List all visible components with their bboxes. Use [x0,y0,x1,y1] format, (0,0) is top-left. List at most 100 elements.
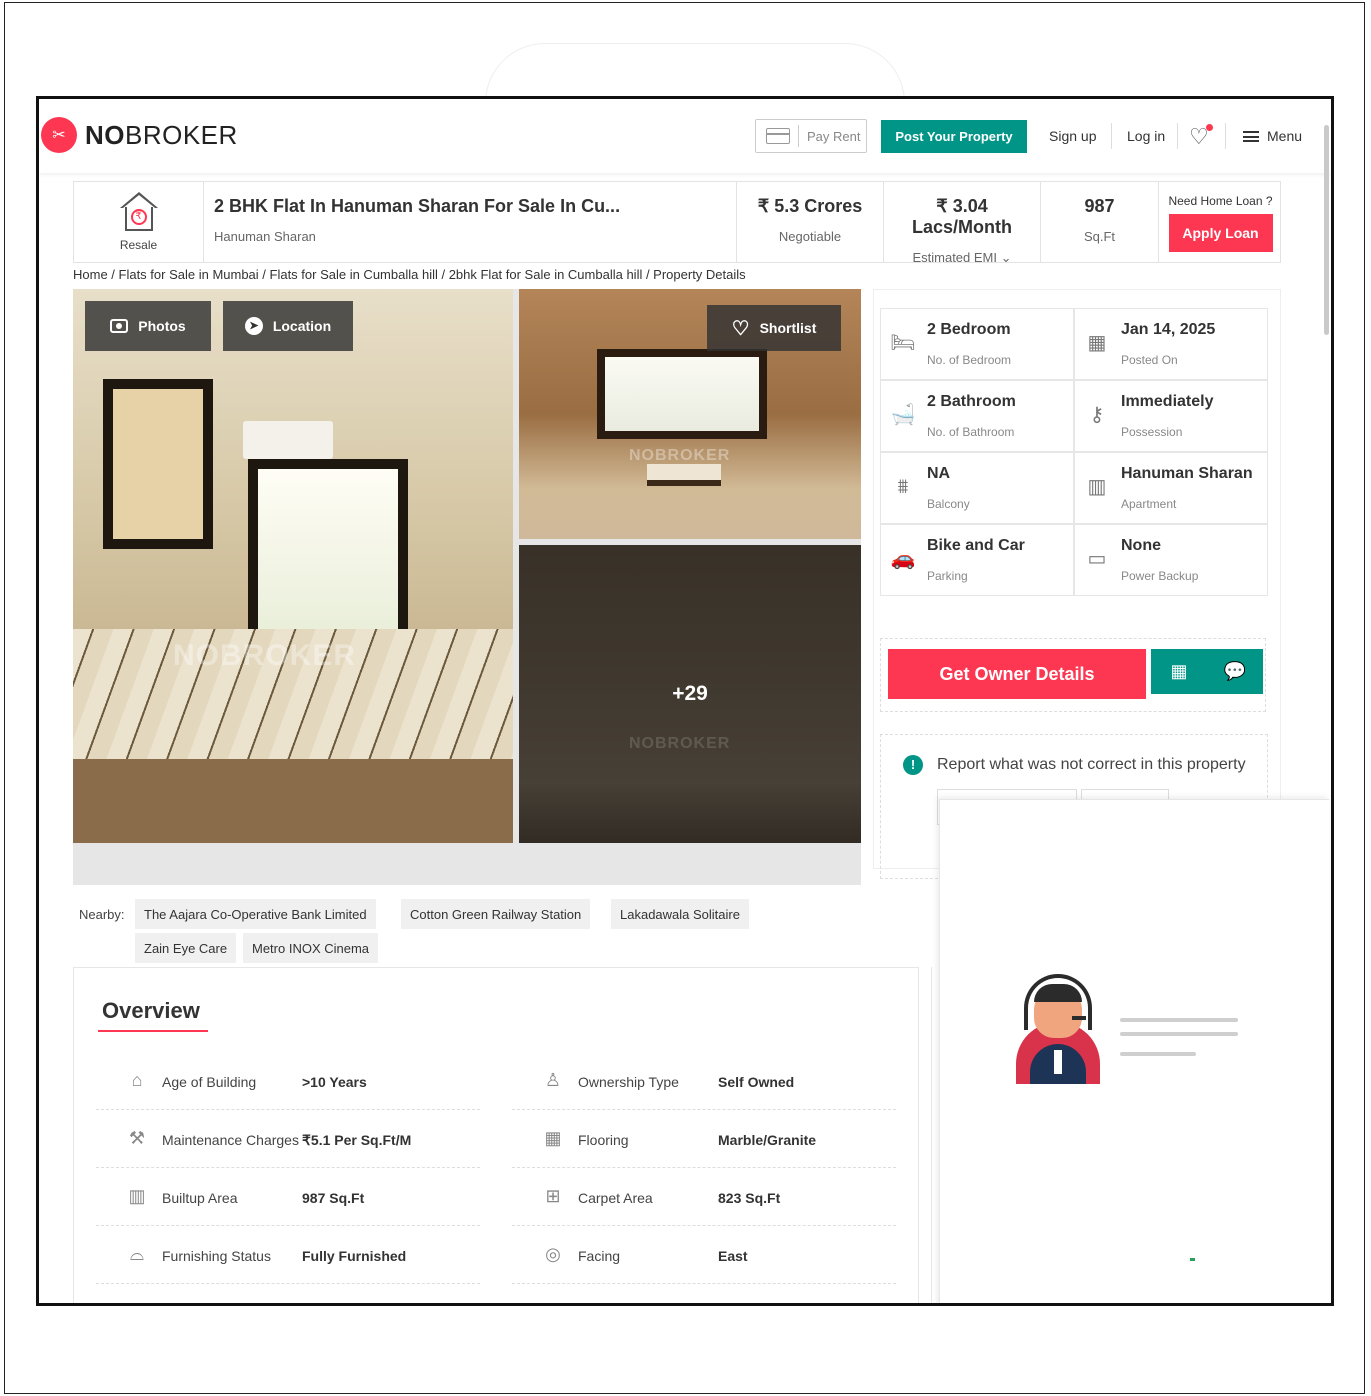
shortlist-heart-icon[interactable]: ♡ [1189,124,1213,150]
tiles-icon: ▦ [544,1128,562,1148]
home-loan-cell: Need Home Loan ? Apply Loan [1159,182,1282,262]
breadcrumb[interactable]: Home / Flats for Sale in Mumbai / Flats … [73,267,746,282]
nearby-label: Nearby: [79,907,125,922]
detail-posted-on: ▦ Jan 14, 2025 Posted On [1074,308,1268,380]
menu-label[interactable]: Menu [1267,128,1302,144]
logo-text: NOBROKER [85,119,238,150]
overview-title: Overview [102,998,200,1023]
floorplan-icon: ⊞ [545,1186,561,1206]
calendar-icon: ▦ [1170,661,1188,681]
overview-row: ▦ Flooring Marble/Granite [512,1110,896,1168]
balcony-icon: ⩩ [897,476,909,498]
main-photo[interactable]: NOBROKER [73,289,513,843]
browser-screen: ✂ NOBROKER Pay Rent Post Your Property S… [36,96,1334,1306]
heart-icon: ♡ [731,317,750,340]
detail-power-backup: ▭ None Power Backup [1074,524,1268,596]
detail-apartment: ▥ Hanuman Sharan Apartment [1074,452,1268,524]
home-loan-question: Need Home Loan ? [1168,194,1273,208]
post-property-button[interactable]: Post Your Property [881,120,1027,153]
sign-up-link[interactable]: Sign up [1049,128,1096,144]
overview-row: ⊞ Carpet Area 823 Sq.Ft [512,1168,896,1226]
placeholder-line [1120,1018,1238,1022]
resale-house-icon: ₹ [118,192,160,234]
resale-label: Resale [119,238,158,252]
nearby-chip[interactable]: Lakadawala Solitaire [611,899,749,929]
bathtub-icon: 🛁 [890,404,916,426]
price-cell: ₹ 5.3 Crores Negotiable [737,182,884,262]
car-icon: 🚗 [890,548,916,570]
photo-gallery: NOBROKER NOBROKER +29 NOBROKER Photos ➤ … [73,289,861,885]
scrollbar-thumb[interactable] [1324,125,1329,335]
loading-dot [1190,1258,1195,1261]
overview-row: ▥ Builtup Area 987 Sq.Ft [96,1168,480,1226]
alert-icon: ! [903,755,923,775]
sofa-icon: ⌓ [129,1244,145,1264]
schedule-visit-button[interactable]: ▦ [1151,649,1207,694]
society-name: Hanuman Sharan [214,229,316,244]
overview-row: ◎ Facing East [512,1226,896,1284]
price-value: ₹ 5.3 Crores [757,196,863,216]
more-photos-tile[interactable]: +29 NOBROKER [519,545,861,843]
log-in-link[interactable]: Log in [1127,128,1165,144]
overview-section: Overview ⌂ Age of Building >10 Years ♙ Ow… [73,967,919,1303]
overview-row: ⌂ Age of Building >10 Years [96,1052,480,1110]
camera-icon [110,319,129,333]
chat-button[interactable]: 💬 [1207,649,1263,694]
photo-watermark: NOBROKER [629,447,731,464]
property-details-panel: 🛏 2 Bedroom No. of Bedroom ▦ Jan 14, 2025… [873,289,1281,879]
report-text: Report what was not correct in this prop… [937,756,1246,773]
battery-icon: ▭ [1087,548,1107,570]
nearby-chip[interactable]: The Aajara Co-Operative Bank Limited [135,899,376,929]
nobroker-logo[interactable]: ✂ NOBROKER [41,117,238,153]
photos-button[interactable]: Photos [85,301,211,351]
emi-note: Estimated EMI ⌄ [912,250,1012,265]
photo-watermark: NOBROKER [173,639,357,672]
area-value: 987 [1084,196,1115,216]
apply-loan-button[interactable]: Apply Loan [1168,214,1273,252]
key-icon: ⚷ [1089,404,1105,426]
detail-possession: ⚷ Immediately Possession [1074,380,1268,452]
detail-bathroom: 🛁 2 Bathroom No. of Bathroom [880,380,1074,452]
placeholder-line [1120,1032,1238,1036]
area-cell: 987 Sq.Ft [1041,182,1159,262]
price-note: Negotiable [778,229,842,244]
location-button[interactable]: ➤ Location [223,301,353,351]
detail-parking: 🚗 Bike and Car Parking [880,524,1074,596]
photo-watermark: NOBROKER [629,735,731,752]
calendar-icon: ▦ [1087,332,1107,354]
tools-icon: ⚒ [128,1128,146,1148]
chat-bubble-icon: 💬 [1223,661,1247,681]
site-header: ✂ NOBROKER Pay Rent Post Your Property S… [39,99,1331,173]
detail-bedroom: 🛏 2 Bedroom No. of Bedroom [880,308,1074,380]
shortlist-button[interactable]: ♡ Shortlist [707,305,841,351]
emi-cell[interactable]: ₹ 3.04 Lacs/Month Estimated EMI ⌄ [884,182,1041,265]
logo-icon: ✂ [41,117,77,153]
nearby-chip[interactable]: Metro INOX Cinema [243,933,379,963]
listing-summary-bar: ₹ Resale 2 BHK Flat In Hanuman Sharan Fo… [73,181,1282,265]
placeholder-line [1120,1052,1196,1056]
overview-row: ⌓ Furnishing Status Fully Furnished [96,1226,480,1284]
support-popup[interactable] [939,799,1329,1303]
nearby-section: Nearby: The Aajara Co-Operative Bank Lim… [73,895,859,967]
compass-icon: ◎ [545,1244,561,1264]
property-title: 2 BHK Flat In Hanuman Sharan For Sale In… [214,196,621,216]
resale-badge: ₹ Resale [74,182,204,262]
hamburger-menu-icon[interactable] [1243,131,1259,142]
person-key-icon: ♙ [544,1070,562,1090]
owner-actions: Get Owner Details ▦ 💬 [880,638,1266,712]
credit-card-icon [766,128,790,144]
pay-rent-label: Pay Rent [807,128,861,144]
compass-icon: ➤ [244,317,263,335]
listing-name-cell: 2 BHK Flat In Hanuman Sharan For Sale In… [204,182,737,262]
cake-icon: ⌂ [131,1070,143,1090]
building-area-icon: ▥ [128,1186,146,1206]
detail-balcony: ⩩ NA Balcony [880,452,1074,524]
area-unit: Sq.Ft [1083,229,1116,244]
pay-rent-button[interactable]: Pay Rent [755,119,867,153]
nearby-chip[interactable]: Cotton Green Railway Station [401,899,591,929]
nearby-chip[interactable]: Zain Eye Care [135,933,237,963]
emi-value: ₹ 3.04 Lacs/Month [911,196,1012,237]
get-owner-details-button[interactable]: Get Owner Details [888,649,1146,699]
overview-row: ♙ Ownership Type Self Owned [512,1052,896,1110]
building-icon: ▥ [1087,476,1107,498]
